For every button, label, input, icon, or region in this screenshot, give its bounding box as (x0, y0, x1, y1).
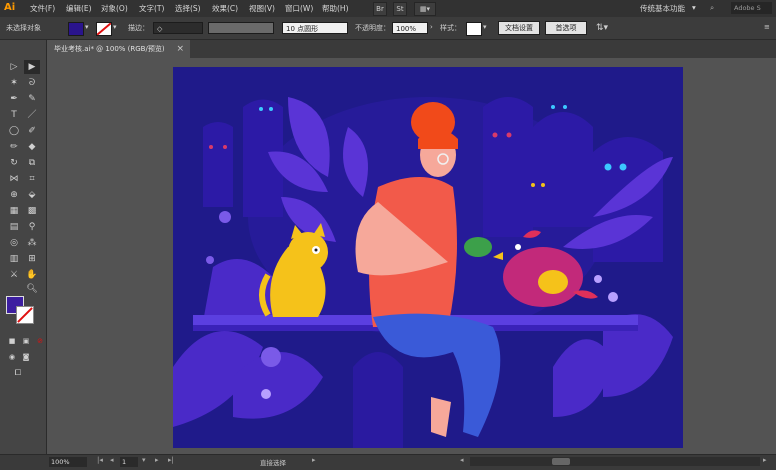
preferences-button[interactable]: 首选项 (545, 21, 587, 35)
document-setup-button[interactable]: 文档设置 (498, 21, 540, 35)
selection-status: 未选择对象 (6, 24, 41, 32)
search-input[interactable]: Adobe S (731, 2, 772, 14)
shape-builder-icon[interactable]: ⊕ (6, 188, 22, 202)
mesh-icon[interactable]: ▩ (24, 204, 40, 218)
width-tool-icon[interactable]: ⋈ (6, 172, 22, 186)
prev-page-icon[interactable]: ◂ (110, 456, 114, 464)
panel-menu-icon[interactable]: ≡ (764, 23, 770, 31)
menu-bar: Ai 文件(F) 编辑(E) 对象(O) 文字(T) 选择(S) 效果(C) 视… (0, 0, 776, 17)
grid-icon: ▦▾ (419, 5, 431, 13)
scale-icon[interactable]: ⧉ (24, 156, 40, 170)
paintbrush-icon[interactable]: ✐ (24, 124, 40, 138)
page-number-input[interactable]: 1 (120, 457, 138, 467)
curvature-icon[interactable]: ✎ (24, 92, 40, 106)
bridge-button[interactable]: Br (373, 2, 387, 16)
next-page-icon[interactable]: ▸ (155, 456, 159, 464)
lasso-icon[interactable]: ᘐ (24, 76, 40, 90)
first-page-icon[interactable]: |◂ (97, 456, 103, 464)
stroke-color-box[interactable] (16, 306, 34, 324)
hand-tool-icon[interactable]: ✋ (24, 268, 40, 282)
menu-view[interactable]: 视图(V) (249, 3, 275, 14)
control-bar: 未选择对象 ▾ ▾ 描边： ◇ 10 点圆形 不透明度： 100% › 样式： … (0, 17, 776, 40)
brush-definition-dropdown[interactable]: 10 点圆形 (282, 22, 348, 34)
menu-type[interactable]: 文字(T) (139, 3, 164, 14)
status-menu-icon[interactable]: ▸ (312, 456, 316, 464)
artboard-tool-icon[interactable]: ⊞ (24, 252, 40, 266)
search-icon: ⌕ (710, 3, 715, 12)
menu-effect[interactable]: 效果(C) (212, 3, 238, 14)
chevron-down-icon[interactable]: ▾ (692, 3, 696, 12)
scroll-left-icon[interactable]: ◂ (460, 456, 464, 464)
pencil-icon[interactable]: ✏ (6, 140, 22, 154)
selection-tool-icon[interactable]: ▷ (6, 60, 22, 74)
pen-tool-icon[interactable]: ✒ (6, 92, 22, 106)
close-icon[interactable]: × (176, 40, 184, 58)
menu-help[interactable]: 帮助(H) (322, 3, 349, 14)
document-tab[interactable]: 毕业考核.ai* @ 100% (RGB/预览) × (48, 40, 190, 58)
rotate-icon[interactable]: ↻ (6, 156, 22, 170)
gradient-icon[interactable]: ▤ (6, 220, 22, 234)
menu-object[interactable]: 对象(O) (101, 3, 128, 14)
chevron-down-icon[interactable]: ▾ (483, 23, 487, 31)
chevron-right-icon[interactable]: › (430, 23, 433, 31)
stroke-swatch[interactable] (96, 22, 112, 36)
last-page-icon[interactable]: ▸| (168, 456, 174, 464)
app-logo: Ai (4, 2, 16, 13)
opacity-input[interactable]: 100% (392, 22, 428, 34)
variable-width-profile[interactable] (208, 22, 274, 34)
zoom-tool-icon[interactable]: 🔍︎ (24, 282, 40, 296)
document-tab-bar: 毕业考核.ai* @ 100% (RGB/预览) × (48, 40, 776, 58)
scrollbar-thumb[interactable] (552, 458, 570, 465)
blend-icon[interactable]: ◎ (6, 236, 22, 250)
shadow-creature-bottom (353, 352, 403, 448)
chevron-down-icon[interactable]: ▾ (142, 456, 146, 464)
artboard-illustration (173, 67, 683, 448)
eyedropper-icon[interactable]: ⚲ (24, 220, 40, 234)
perspective-grid-icon[interactable]: ▦ (6, 204, 22, 218)
stroke-label: 描边： (128, 24, 149, 32)
graph-tool-icon[interactable]: ▥ (6, 252, 22, 266)
arrange-icon[interactable]: ⇅▾ (596, 23, 608, 33)
stock-label: St (396, 5, 404, 13)
menu-file[interactable]: 文件(F) (30, 3, 55, 14)
status-bar: 100% |◂ ◂ 1 ▾ ▸ ▸| 直接选择 ▸ ◂ ▸ (0, 454, 776, 470)
eraser-icon[interactable]: ◆ (24, 140, 40, 154)
stroke-weight-input[interactable]: ◇ (153, 22, 203, 34)
ellipse-tool-icon[interactable]: ◯ (6, 124, 22, 138)
document-tab-title: 毕业考核.ai* @ 100% (RGB/预览) (54, 45, 165, 53)
menu-select[interactable]: 选择(S) (175, 3, 201, 14)
arrange-documents-button[interactable]: ▦▾ (414, 2, 436, 16)
free-transform-icon[interactable]: ⌗ (24, 172, 40, 186)
graphic-style-swatch[interactable] (466, 22, 482, 36)
menu-edit[interactable]: 编辑(E) (66, 3, 92, 14)
draw-behind-icon[interactable]: ◙ (18, 350, 34, 364)
style-label: 样式： (440, 24, 461, 32)
stock-button[interactable]: St (393, 2, 407, 16)
type-tool-icon[interactable]: T (6, 108, 22, 122)
chevron-down-icon[interactable]: ▾ (113, 23, 117, 31)
menu-window[interactable]: 窗口(W) (285, 3, 313, 14)
workspace-switcher[interactable]: 传统基本功能 (640, 3, 685, 14)
current-tool-status: 直接选择 (260, 459, 286, 467)
magic-wand-icon[interactable]: ✶ (6, 76, 22, 90)
chevron-down-icon[interactable]: ▾ (85, 23, 89, 31)
scroll-right-icon[interactable]: ▸ (763, 456, 767, 464)
slice-tool-icon[interactable]: ⚔ (6, 268, 22, 282)
no-stroke-icon (97, 23, 111, 35)
symbol-sprayer-icon[interactable]: ⁂ (24, 236, 40, 250)
direct-selection-tool-icon[interactable]: ▶ (24, 60, 40, 74)
tools-panel: ▷ ▶ ✶ ᘐ ✒ ✎ T ／ ◯ ✐ ✏ ◆ ↻ ⧉ ⋈ ⌗ ⊕ ⬙ ▦ ▩ … (0, 40, 47, 454)
bridge-label: Br (376, 5, 384, 13)
line-tool-icon[interactable]: ／ (24, 108, 40, 122)
opacity-label[interactable]: 不透明度： (355, 23, 390, 33)
zoom-level-input[interactable]: 100% (49, 457, 87, 467)
screen-mode-icon[interactable]: ⧠ (10, 366, 26, 380)
none-mode-icon[interactable]: ⊘ (32, 334, 48, 348)
fill-swatch[interactable] (68, 22, 84, 36)
live-paint-icon[interactable]: ⬙ (24, 188, 40, 202)
canvas-area[interactable] (48, 58, 776, 453)
horizontal-scrollbar[interactable] (470, 457, 760, 466)
